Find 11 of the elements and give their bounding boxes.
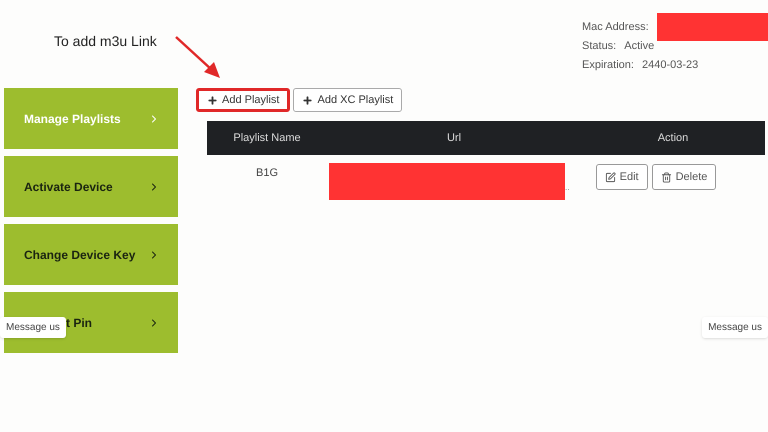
column-header: Playlist Name bbox=[232, 130, 302, 146]
info-value: 2440-03-23 bbox=[642, 58, 698, 74]
info-label: Mac Address: bbox=[582, 20, 649, 36]
annotation-text: To add m3u Link bbox=[54, 33, 157, 49]
table-cell-text: .. bbox=[565, 184, 570, 194]
info-label: Expiration: bbox=[582, 58, 634, 74]
table-cell-text: B1G bbox=[256, 166, 278, 181]
info-label: Status: bbox=[582, 39, 616, 54]
info-value: Active bbox=[624, 39, 654, 54]
column-header: Url bbox=[446, 130, 462, 146]
column-header: Action bbox=[656, 130, 690, 146]
